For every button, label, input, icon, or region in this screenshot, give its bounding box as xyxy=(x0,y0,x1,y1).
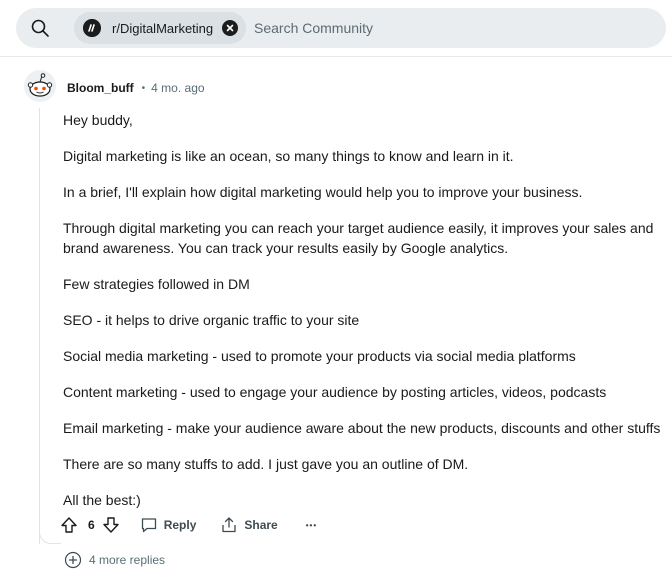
more-options-icon: ••• xyxy=(305,520,318,530)
search-input[interactable] xyxy=(254,18,634,38)
comment-paragraph: Hey buddy, xyxy=(63,112,133,128)
comment-paragraph: Through digital marketing you can reach … xyxy=(63,220,654,256)
community-chip-label: r/DigitalMarketing xyxy=(112,21,214,36)
upvote-icon[interactable] xyxy=(60,516,78,534)
username[interactable]: Bloom_buff xyxy=(67,81,134,95)
comment-paragraph: Content marketing - used to engage your … xyxy=(63,384,607,400)
comment-paragraph: There are so many stuffs to add. I just … xyxy=(63,456,469,472)
search-icon[interactable] xyxy=(30,18,50,38)
comment-meta: Bloom_buff • 4 mo. ago xyxy=(67,81,205,95)
community-search-bar[interactable]: r/DigitalMarketing xyxy=(16,8,666,48)
comment-icon xyxy=(141,518,156,533)
downvote-icon[interactable] xyxy=(102,516,120,534)
thread-line-curve xyxy=(39,528,61,544)
comment-paragraph: SEO - it helps to drive organic traffic … xyxy=(63,312,360,328)
comment-actions: 6 Reply Share ••• xyxy=(60,514,317,536)
comment-paragraph: Few strategies followed in DM xyxy=(63,276,250,292)
comment-paragraph: Email marketing - make your audience awa… xyxy=(63,420,661,436)
comment-paragraph: In a brief, I'll explain how digital mar… xyxy=(63,184,583,200)
more-replies-label: 4 more replies xyxy=(89,553,166,567)
close-icon[interactable] xyxy=(222,20,238,36)
share-button[interactable]: Share xyxy=(220,516,278,534)
more-options-button[interactable]: ••• xyxy=(306,521,317,530)
header-divider xyxy=(0,56,672,57)
subreddit-icon xyxy=(83,19,101,37)
reply-button[interactable]: Reply xyxy=(140,516,197,534)
community-chip[interactable]: r/DigitalMarketing xyxy=(74,12,246,44)
meta-separator: • xyxy=(141,82,146,94)
comment-body: Hey buddy, Digital marketing is like an … xyxy=(63,110,663,526)
timestamp[interactable]: 4 mo. ago xyxy=(151,81,204,95)
comment-paragraph: Social media marketing - used to promote… xyxy=(63,348,576,364)
reply-label: Reply xyxy=(163,518,197,532)
vote-score: 6 xyxy=(88,518,95,532)
more-replies-button[interactable]: 4 more replies xyxy=(64,551,165,569)
share-icon xyxy=(222,517,237,533)
avatar[interactable] xyxy=(24,70,56,102)
comment-paragraph: Digital marketing is like an ocean, so m… xyxy=(63,148,514,164)
expand-plus-icon xyxy=(64,551,82,569)
thread-line[interactable] xyxy=(39,108,40,544)
comment-paragraph: All the best:) xyxy=(63,492,141,508)
share-label: Share xyxy=(244,518,278,532)
